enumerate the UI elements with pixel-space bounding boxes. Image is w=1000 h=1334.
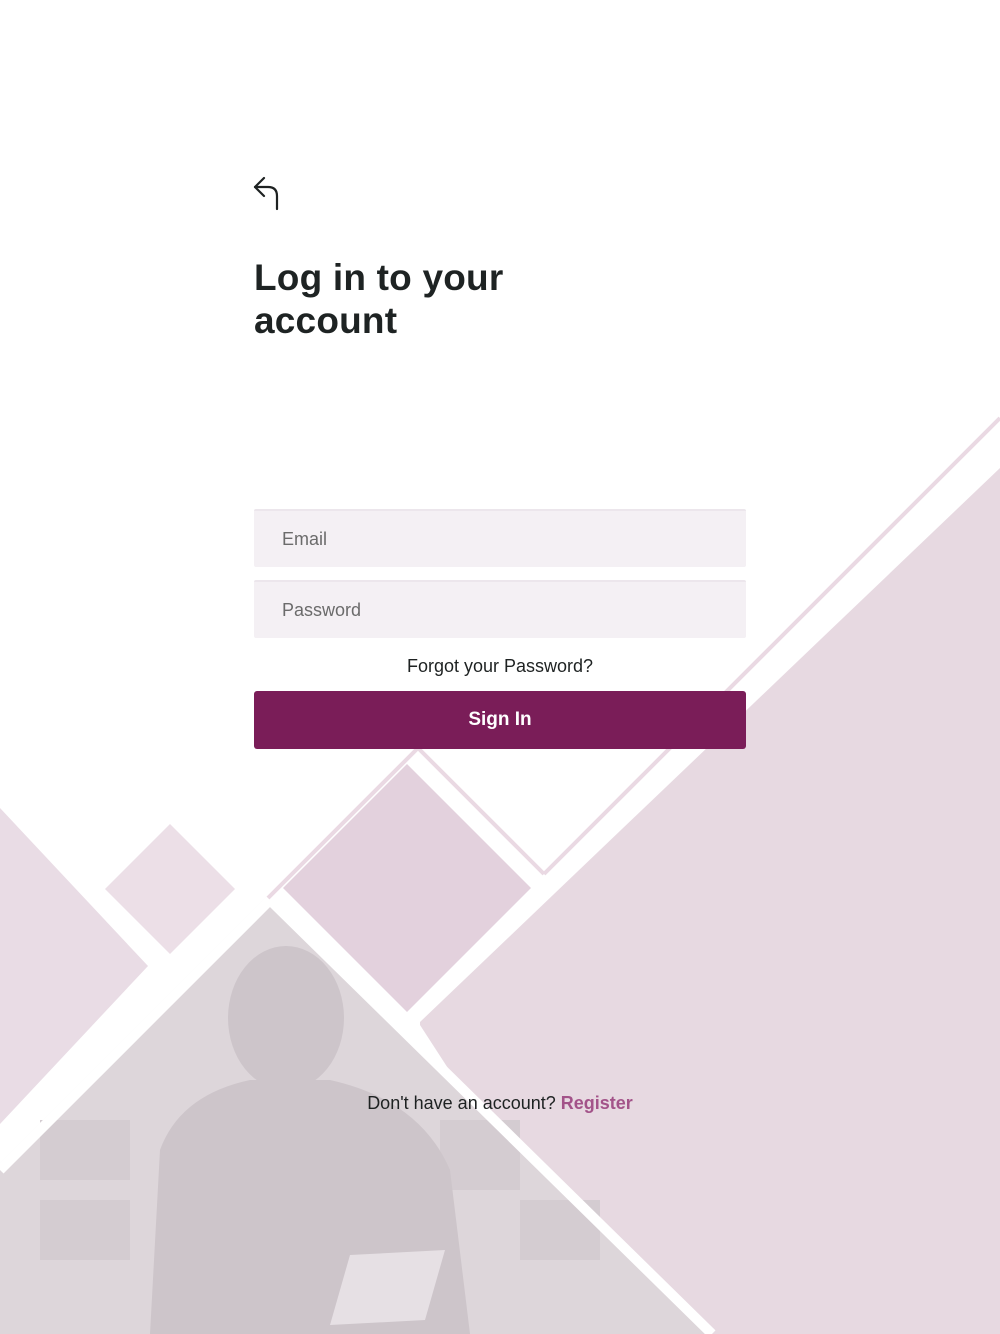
sign-in-button[interactable]: Sign In: [254, 691, 746, 749]
email-field[interactable]: [254, 509, 746, 567]
page-title: Log in to your account: [254, 257, 504, 341]
arrow-back-icon: [253, 176, 279, 211]
back-button[interactable]: [250, 172, 286, 214]
register-prompt-text: Don't have an account?: [367, 1093, 556, 1113]
forgot-password-link[interactable]: Forgot your Password?: [254, 655, 746, 677]
login-screen: Log in to your account Forgot your Passw…: [0, 0, 1000, 1334]
password-field[interactable]: [254, 580, 746, 638]
register-prompt: Don't have an account? Register: [0, 1092, 1000, 1114]
register-link[interactable]: Register: [561, 1093, 633, 1113]
